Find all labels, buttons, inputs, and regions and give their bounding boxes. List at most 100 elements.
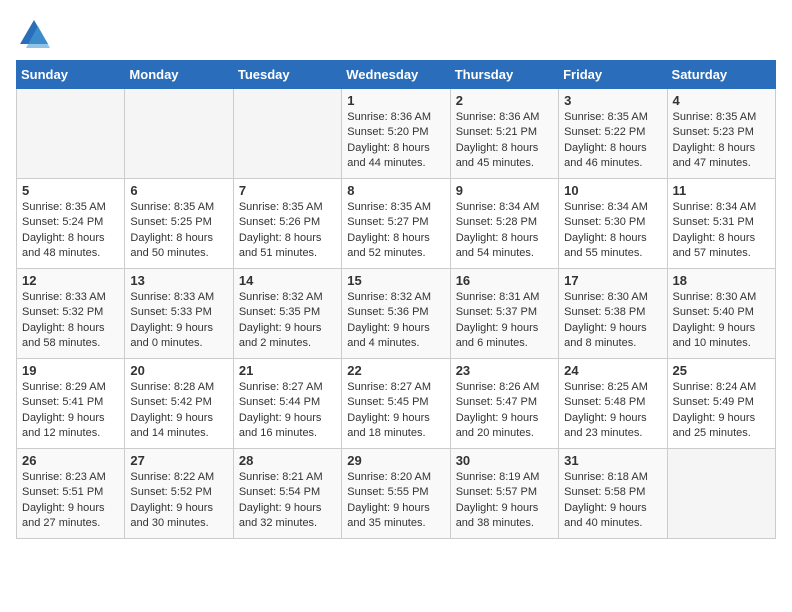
calendar-cell: [17, 89, 125, 179]
day-number: 3: [564, 93, 661, 108]
calendar-cell: 6 Sunrise: 8:35 AMSunset: 5:25 PMDaylight…: [125, 179, 233, 269]
day-number: 17: [564, 273, 661, 288]
day-info: Sunrise: 8:18 AMSunset: 5:58 PMDaylight:…: [564, 470, 661, 532]
day-number: 16: [456, 273, 553, 288]
calendar-cell: 19Sunrise: 8:29 AMSunset: 5:41 PMDayligh…: [17, 359, 125, 449]
page-header: [16, 16, 776, 52]
calendar-cell: 20 Sunrise: 8:28 AMSunset: 5:42 PMDayligh…: [125, 359, 233, 449]
day-info: Sunrise: 8:20 AMSunset: 5:55 PMDaylight:…: [347, 470, 444, 532]
day-number: 25: [673, 363, 770, 378]
calendar-cell: 25 Sunrise: 8:24 AMSunset: 5:49 PMDayligh…: [667, 359, 775, 449]
week-row-2: 5 Sunrise: 8:35 AMSunset: 5:24 PMDaylight…: [17, 179, 776, 269]
calendar-cell: 17Sunrise: 8:30 AMSunset: 5:38 PMDayligh…: [559, 269, 667, 359]
calendar-table: SundayMondayTuesdayWednesdayThursdayFrid…: [16, 60, 776, 539]
calendar-cell: 9 Sunrise: 8:34 AMSunset: 5:28 PMDaylight…: [450, 179, 558, 269]
calendar-cell: 13Sunrise: 8:33 AMSunset: 5:33 PMDayligh…: [125, 269, 233, 359]
calendar-cell: 22 Sunrise: 8:27 AMSunset: 5:45 PMDayligh…: [342, 359, 450, 449]
day-info: Sunrise: 8:27 AMSunset: 5:44 PMDaylight:…: [239, 380, 336, 442]
day-number: 4: [673, 93, 770, 108]
day-info: Sunrise: 8:35 AMSunset: 5:27 PMDaylight:…: [347, 200, 444, 262]
day-info: Sunrise: 8:34 AMSunset: 5:30 PMDaylight:…: [564, 200, 661, 262]
calendar-cell: 28 Sunrise: 8:21 AMSunset: 5:54 PMDayligh…: [233, 449, 341, 539]
day-info: Sunrise: 8:21 AMSunset: 5:54 PMDaylight:…: [239, 470, 336, 532]
calendar-cell: [125, 89, 233, 179]
weekday-header-monday: Monday: [125, 61, 233, 89]
day-number: 24: [564, 363, 661, 378]
day-info: Sunrise: 8:29 AMSunset: 5:41 PMDaylight:…: [22, 380, 119, 442]
day-info: Sunrise: 8:19 AMSunset: 5:57 PMDaylight:…: [456, 470, 553, 532]
week-row-4: 19Sunrise: 8:29 AMSunset: 5:41 PMDayligh…: [17, 359, 776, 449]
day-info: Sunrise: 8:30 AMSunset: 5:40 PMDaylight:…: [673, 290, 770, 352]
week-row-5: 26 Sunrise: 8:23 AMSunset: 5:51 PMDayligh…: [17, 449, 776, 539]
calendar-cell: 30 Sunrise: 8:19 AMSunset: 5:57 PMDayligh…: [450, 449, 558, 539]
calendar-cell: 31Sunrise: 8:18 AMSunset: 5:58 PMDayligh…: [559, 449, 667, 539]
weekday-header-friday: Friday: [559, 61, 667, 89]
day-number: 28: [239, 453, 336, 468]
day-number: 1: [347, 93, 444, 108]
weekday-header-row: SundayMondayTuesdayWednesdayThursdayFrid…: [17, 61, 776, 89]
calendar-cell: 1 Sunrise: 8:36 AMSunset: 5:20 PMDaylight…: [342, 89, 450, 179]
calendar-cell: 14Sunrise: 8:32 AMSunset: 5:35 PMDayligh…: [233, 269, 341, 359]
calendar-cell: 21 Sunrise: 8:27 AMSunset: 5:44 PMDayligh…: [233, 359, 341, 449]
weekday-header-tuesday: Tuesday: [233, 61, 341, 89]
day-info: Sunrise: 8:22 AMSunset: 5:52 PMDaylight:…: [130, 470, 227, 532]
weekday-header-saturday: Saturday: [667, 61, 775, 89]
day-number: 30: [456, 453, 553, 468]
weekday-header-wednesday: Wednesday: [342, 61, 450, 89]
day-number: 13: [130, 273, 227, 288]
day-info: Sunrise: 8:23 AMSunset: 5:51 PMDaylight:…: [22, 470, 119, 532]
day-info: Sunrise: 8:36 AMSunset: 5:21 PMDaylight:…: [456, 110, 553, 172]
calendar-cell: 23 Sunrise: 8:26 AMSunset: 5:47 PMDayligh…: [450, 359, 558, 449]
calendar-cell: 11 Sunrise: 8:34 AMSunset: 5:31 PMDayligh…: [667, 179, 775, 269]
week-row-3: 12 Sunrise: 8:33 AMSunset: 5:32 PMDayligh…: [17, 269, 776, 359]
day-number: 2: [456, 93, 553, 108]
day-number: 21: [239, 363, 336, 378]
calendar-cell: 4Sunrise: 8:35 AMSunset: 5:23 PMDaylight…: [667, 89, 775, 179]
day-number: 10: [564, 183, 661, 198]
day-info: Sunrise: 8:36 AMSunset: 5:20 PMDaylight:…: [347, 110, 444, 172]
calendar-cell: 12 Sunrise: 8:33 AMSunset: 5:32 PMDayligh…: [17, 269, 125, 359]
logo: [16, 16, 56, 52]
day-number: 8: [347, 183, 444, 198]
calendar-cell: 8 Sunrise: 8:35 AMSunset: 5:27 PMDaylight…: [342, 179, 450, 269]
logo-icon: [16, 16, 52, 52]
calendar-cell: 16 Sunrise: 8:31 AMSunset: 5:37 PMDayligh…: [450, 269, 558, 359]
day-info: Sunrise: 8:24 AMSunset: 5:49 PMDaylight:…: [673, 380, 770, 442]
calendar-cell: 10 Sunrise: 8:34 AMSunset: 5:30 PMDayligh…: [559, 179, 667, 269]
day-info: Sunrise: 8:27 AMSunset: 5:45 PMDaylight:…: [347, 380, 444, 442]
day-number: 23: [456, 363, 553, 378]
calendar-cell: 27 Sunrise: 8:22 AMSunset: 5:52 PMDayligh…: [125, 449, 233, 539]
day-number: 20: [130, 363, 227, 378]
calendar-cell: [233, 89, 341, 179]
day-number: 7: [239, 183, 336, 198]
day-info: Sunrise: 8:34 AMSunset: 5:28 PMDaylight:…: [456, 200, 553, 262]
day-info: Sunrise: 8:35 AMSunset: 5:24 PMDaylight:…: [22, 200, 119, 262]
day-info: Sunrise: 8:26 AMSunset: 5:47 PMDaylight:…: [456, 380, 553, 442]
week-row-1: 1 Sunrise: 8:36 AMSunset: 5:20 PMDaylight…: [17, 89, 776, 179]
day-number: 5: [22, 183, 119, 198]
calendar-cell: 15Sunrise: 8:32 AMSunset: 5:36 PMDayligh…: [342, 269, 450, 359]
day-number: 27: [130, 453, 227, 468]
calendar-cell: 5 Sunrise: 8:35 AMSunset: 5:24 PMDaylight…: [17, 179, 125, 269]
calendar-cell: 3 Sunrise: 8:35 AMSunset: 5:22 PMDaylight…: [559, 89, 667, 179]
day-info: Sunrise: 8:35 AMSunset: 5:26 PMDaylight:…: [239, 200, 336, 262]
day-number: 11: [673, 183, 770, 198]
day-number: 26: [22, 453, 119, 468]
day-info: Sunrise: 8:25 AMSunset: 5:48 PMDaylight:…: [564, 380, 661, 442]
day-number: 29: [347, 453, 444, 468]
day-info: Sunrise: 8:31 AMSunset: 5:37 PMDaylight:…: [456, 290, 553, 352]
day-number: 9: [456, 183, 553, 198]
calendar-cell: 7 Sunrise: 8:35 AMSunset: 5:26 PMDaylight…: [233, 179, 341, 269]
day-info: Sunrise: 8:28 AMSunset: 5:42 PMDaylight:…: [130, 380, 227, 442]
day-number: 22: [347, 363, 444, 378]
day-info: Sunrise: 8:35 AMSunset: 5:25 PMDaylight:…: [130, 200, 227, 262]
calendar-cell: 26 Sunrise: 8:23 AMSunset: 5:51 PMDayligh…: [17, 449, 125, 539]
day-info: Sunrise: 8:35 AMSunset: 5:22 PMDaylight:…: [564, 110, 661, 172]
day-number: 12: [22, 273, 119, 288]
day-info: Sunrise: 8:34 AMSunset: 5:31 PMDaylight:…: [673, 200, 770, 262]
calendar-cell: 18Sunrise: 8:30 AMSunset: 5:40 PMDayligh…: [667, 269, 775, 359]
calendar-cell: 2 Sunrise: 8:36 AMSunset: 5:21 PMDaylight…: [450, 89, 558, 179]
weekday-header-sunday: Sunday: [17, 61, 125, 89]
day-number: 6: [130, 183, 227, 198]
day-info: Sunrise: 8:33 AMSunset: 5:32 PMDaylight:…: [22, 290, 119, 352]
